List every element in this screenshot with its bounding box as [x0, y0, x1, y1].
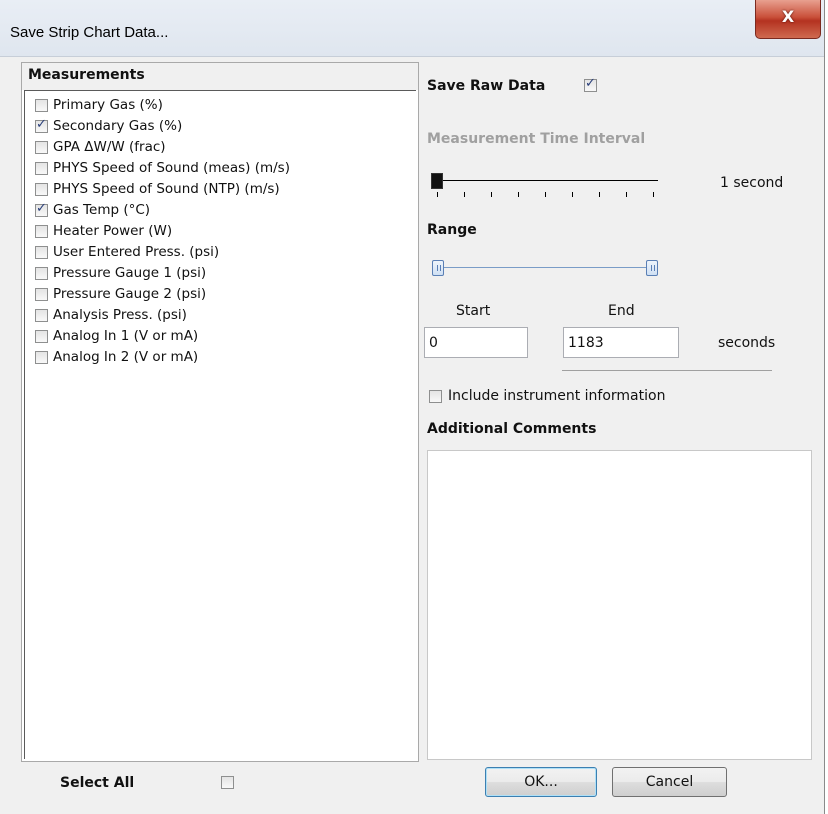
separator [562, 370, 772, 371]
measurements-list[interactable]: Primary Gas (%) Secondary Gas (%) GPA ΔW… [24, 90, 416, 759]
range-unit: seconds [718, 335, 776, 351]
measurements-panel: Measurements Primary Gas (%) Secondary G… [21, 62, 419, 762]
save-strip-chart-dialog: Save Strip Chart Data... X Measurements … [0, 0, 825, 814]
checkbox[interactable] [35, 182, 48, 196]
measurement-item[interactable]: Gas Temp (°C) [35, 201, 151, 218]
title-bar: Save Strip Chart Data... X [0, 0, 824, 57]
measurement-label: Secondary Gas (%) [53, 118, 183, 134]
include-instrument-checkbox[interactable] [429, 390, 442, 403]
checkbox[interactable] [35, 161, 48, 175]
checkbox[interactable] [35, 308, 48, 322]
interval-slider-track [432, 180, 658, 181]
measurement-label: Analysis Press. (psi) [53, 307, 187, 323]
start-input[interactable]: 0 [424, 327, 528, 358]
slider-tick [599, 192, 600, 197]
slider-tick [518, 192, 519, 197]
measurement-label: Heater Power (W) [53, 223, 173, 239]
range-slider-track [438, 267, 652, 268]
range-end-thumb[interactable] [646, 260, 658, 276]
measurement-item[interactable]: Secondary Gas (%) [35, 117, 183, 134]
measurement-item[interactable]: Heater Power (W) [35, 223, 172, 239]
ok-button[interactable]: OK... [485, 767, 597, 797]
measurement-label: PHYS Speed of Sound (NTP) (m/s) [53, 181, 280, 197]
measurement-label: Pressure Gauge 1 (psi) [53, 265, 207, 281]
checkbox[interactable] [35, 117, 48, 133]
checkbox[interactable] [35, 350, 48, 364]
start-label: Start [456, 303, 491, 319]
measurement-item[interactable]: Primary Gas (%) [35, 97, 163, 113]
measurement-item[interactable]: PHYS Speed of Sound (meas) (m/s) [35, 160, 290, 176]
slider-tick [626, 192, 627, 197]
select-all-checkbox[interactable] [221, 776, 234, 789]
comments-textarea[interactable] [427, 450, 812, 760]
measurement-item[interactable]: Analysis Press. (psi) [35, 307, 187, 323]
slider-tick [653, 192, 654, 197]
range-start-thumb[interactable] [432, 260, 444, 276]
slider-tick [572, 192, 573, 197]
interval-slider-thumb[interactable] [431, 173, 443, 189]
checkbox[interactable] [35, 266, 48, 280]
select-all-label: Select All [60, 775, 135, 791]
save-raw-data-label: Save Raw Data [427, 78, 546, 94]
slider-tick [545, 192, 546, 197]
measurement-label: Pressure Gauge 2 (psi) [53, 286, 207, 302]
checkbox[interactable] [35, 245, 48, 259]
checkbox[interactable] [35, 329, 48, 343]
window-title: Save Strip Chart Data... [10, 24, 169, 41]
measurement-label: GPA ΔW/W (frac) [53, 139, 166, 155]
include-instrument-label: Include instrument information [448, 388, 666, 404]
slider-tick [491, 192, 492, 197]
interval-label: Measurement Time Interval [427, 131, 646, 147]
measurement-item[interactable]: Analog In 2 (V or mA) [35, 349, 198, 365]
save-raw-data-checkbox[interactable] [584, 76, 597, 92]
end-label: End [608, 303, 635, 319]
range-label: Range [427, 222, 477, 238]
measurements-header: Measurements [22, 63, 418, 90]
checkbox[interactable] [35, 287, 48, 301]
measurement-item[interactable]: GPA ΔW/W (frac) [35, 139, 166, 155]
close-icon: X [781, 7, 795, 26]
measurement-label: User Entered Press. (psi) [53, 244, 220, 260]
measurement-item[interactable]: Analog In 1 (V or mA) [35, 328, 198, 344]
measurement-label: Analog In 2 (V or mA) [53, 349, 199, 365]
measurement-item[interactable]: User Entered Press. (psi) [35, 244, 219, 260]
comments-label: Additional Comments [427, 421, 597, 437]
slider-tick [464, 192, 465, 197]
checkbox[interactable] [35, 98, 48, 112]
cancel-button[interactable]: Cancel [612, 767, 727, 797]
interval-value: 1 second [720, 175, 784, 191]
checkbox[interactable] [35, 201, 48, 217]
measurement-item[interactable]: Pressure Gauge 1 (psi) [35, 265, 206, 281]
measurement-item[interactable]: PHYS Speed of Sound (NTP) (m/s) [35, 181, 280, 197]
close-button[interactable]: X [755, 0, 821, 39]
end-input[interactable]: 1183 [563, 327, 679, 358]
checkbox[interactable] [35, 224, 48, 238]
checkbox[interactable] [35, 140, 48, 154]
slider-tick [437, 192, 438, 197]
measurement-label: Analog In 1 (V or mA) [53, 328, 199, 344]
measurement-label: Primary Gas (%) [53, 97, 163, 113]
measurement-label: PHYS Speed of Sound (meas) (m/s) [53, 160, 290, 176]
measurement-item[interactable]: Pressure Gauge 2 (psi) [35, 286, 206, 302]
measurement-label: Gas Temp (°C) [53, 202, 151, 218]
